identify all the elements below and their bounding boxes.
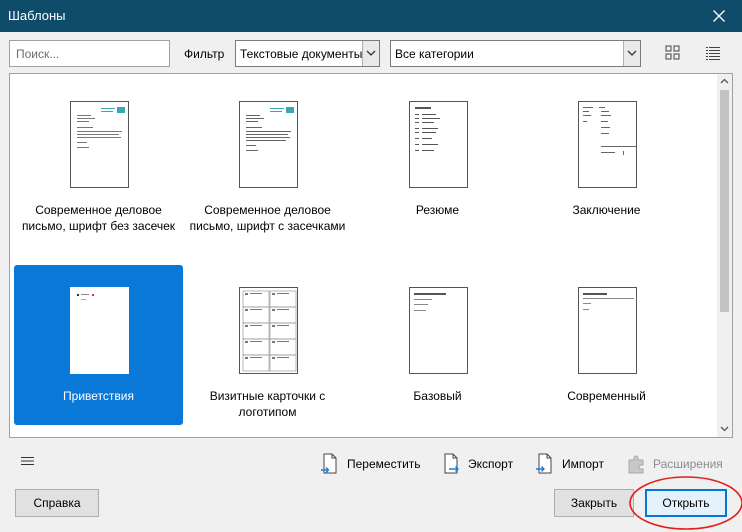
chevron-up-icon (720, 78, 729, 84)
category-dropdown-toggle[interactable] (623, 41, 640, 66)
template-label: Приветствия (63, 389, 134, 403)
template-thumbnail (70, 287, 129, 374)
template-item[interactable]: Заключение (522, 79, 691, 239)
puzzle-piece-icon (628, 455, 644, 474)
category-dropdown-value: Все категории (395, 47, 474, 61)
chevron-down-icon (627, 50, 637, 56)
import-icon (536, 453, 552, 474)
export-label: Экспорт (468, 457, 514, 471)
import-label: Импорт (562, 457, 604, 471)
template-thumbnail (70, 101, 129, 188)
template-label: Современный (567, 389, 646, 403)
scroll-down-button[interactable] (717, 422, 732, 437)
close-button[interactable]: Закрыть (554, 489, 634, 517)
export-icon (444, 453, 459, 474)
thumbnail-view-button[interactable] (663, 43, 683, 63)
action-menu-button[interactable] (19, 456, 37, 470)
template-item[interactable]: Резюме (353, 79, 522, 239)
filter-dropdown[interactable]: Текстовые документы (235, 40, 380, 67)
template-label: Заключение (572, 203, 641, 217)
template-gallery: Современное деловое письмо, шрифт без за… (9, 73, 733, 438)
template-thumbnail (409, 101, 468, 188)
scroll-up-button[interactable] (717, 74, 732, 89)
hamburger-icon (21, 457, 34, 465)
open-button[interactable]: Открыть (645, 489, 727, 517)
category-dropdown[interactable]: Все категории (390, 40, 641, 67)
close-window-button[interactable] (696, 0, 742, 32)
list-view-icon (706, 47, 720, 60)
template-item[interactable]: Приветствия (14, 265, 183, 425)
template-thumbnail (409, 287, 468, 374)
template-item[interactable]: Визитные карточки с логотипом (183, 265, 352, 425)
filter-label: Фильтр (184, 47, 225, 61)
template-label: Базовый (413, 389, 462, 403)
filter-dropdown-toggle[interactable] (362, 41, 379, 66)
template-label: Современное деловое письмо, шрифт без за… (21, 203, 176, 233)
move-document-icon (321, 453, 337, 474)
move-button[interactable]: Переместить (320, 452, 426, 476)
template-label: Современное деловое письмо, шрифт с засе… (189, 203, 346, 233)
extensions-label: Расширения (653, 457, 723, 471)
template-item[interactable]: Современный (522, 265, 691, 425)
template-item[interactable]: Базовый (353, 265, 522, 425)
grid-view-icon (665, 45, 680, 60)
template-item[interactable]: Современное деловое письмо, шрифт с засе… (183, 79, 352, 239)
list-view-button[interactable] (703, 43, 723, 63)
chevron-down-icon (366, 50, 376, 56)
extensions-button[interactable]: Расширения (626, 452, 730, 476)
template-item[interactable]: Современное деловое письмо, шрифт без за… (14, 79, 183, 239)
template-thumbnail (239, 287, 298, 374)
scrollbar-thumb[interactable] (720, 90, 729, 312)
import-button[interactable]: Импорт (535, 452, 615, 476)
window-title: Шаблоны (8, 8, 66, 23)
move-label: Переместить (347, 457, 421, 471)
filter-dropdown-value: Текстовые документы (240, 47, 363, 61)
template-thumbnail (239, 101, 298, 188)
template-thumbnail (578, 101, 637, 188)
title-bar: Шаблоны (0, 0, 742, 32)
search-input[interactable] (9, 40, 170, 67)
close-icon (713, 10, 725, 22)
template-label: Резюме (415, 203, 460, 217)
chevron-down-icon (720, 426, 729, 432)
help-button[interactable]: Справка (15, 489, 99, 517)
template-thumbnail (578, 287, 637, 374)
template-label: Визитные карточки с логотипом (209, 389, 326, 419)
gallery-scrollbar[interactable] (717, 74, 732, 437)
export-button[interactable]: Экспорт (441, 452, 521, 476)
